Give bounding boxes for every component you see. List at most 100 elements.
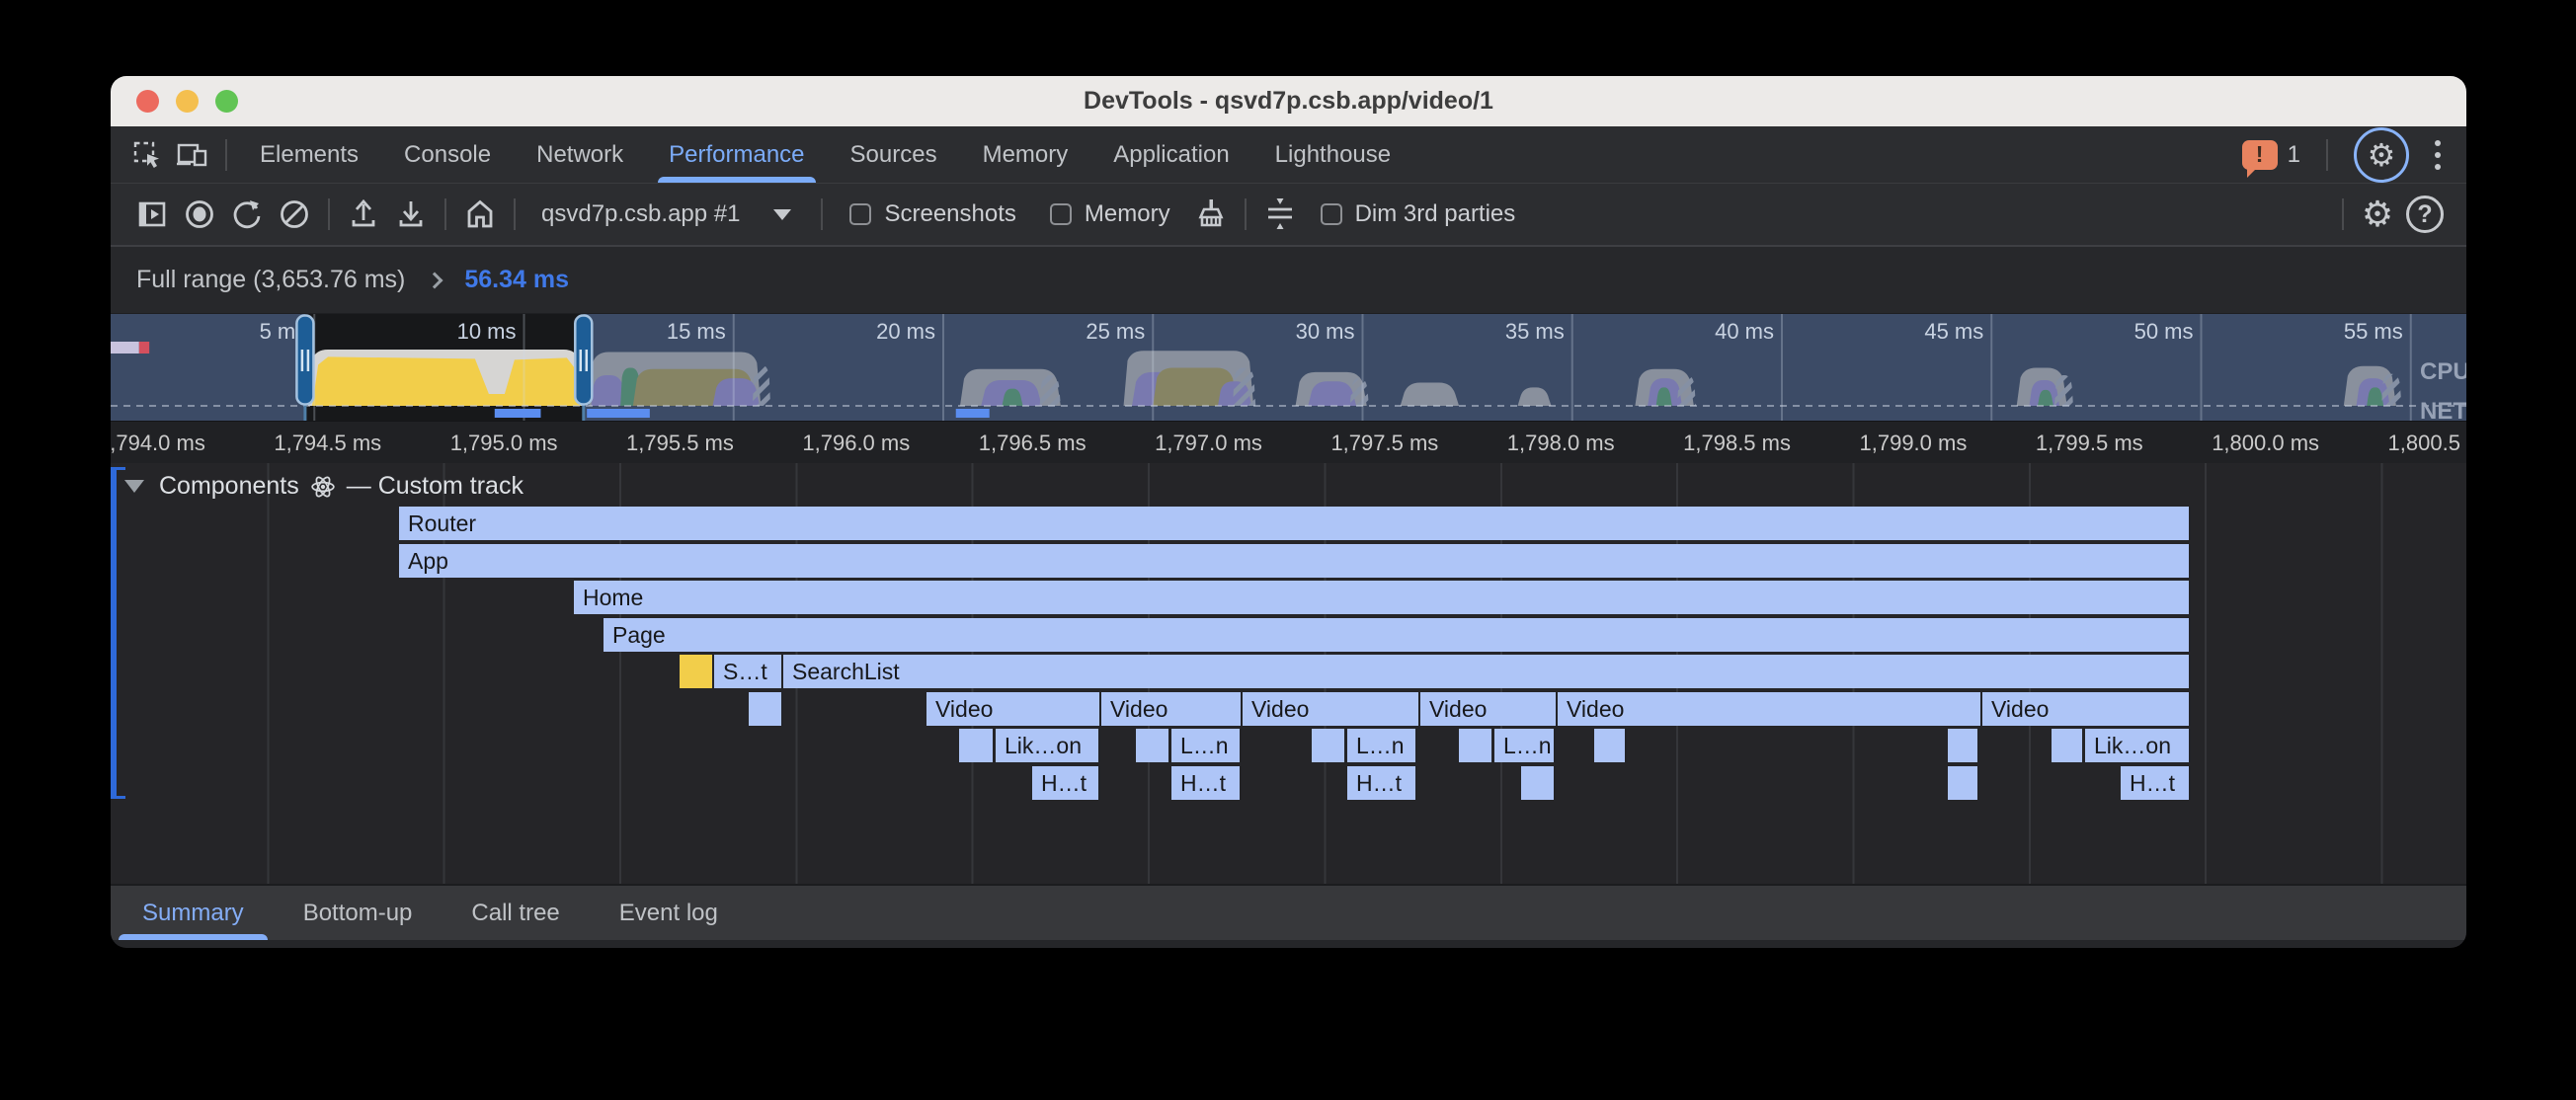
minimize-button[interactable] xyxy=(176,90,199,113)
flame-bar[interactable] xyxy=(749,692,783,726)
flame-bar[interactable]: H…t xyxy=(1032,766,1100,800)
collapse-sanity-icon[interactable] xyxy=(1256,191,1304,238)
flame-bar[interactable]: Home xyxy=(574,581,2191,614)
flame-bar[interactable] xyxy=(1459,729,1493,762)
overview-tick-label: 35 ms xyxy=(1505,319,1565,344)
flame-bar[interactable]: L…n xyxy=(1494,729,1556,762)
axis-label: 1,797.5 ms xyxy=(1330,431,1438,456)
collect-garbage-icon[interactable] xyxy=(1187,191,1235,238)
settings-focus-ring[interactable]: ⚙ xyxy=(2354,127,2409,183)
dim-3rd-parties-checkbox[interactable]: Dim 3rd parties xyxy=(1321,200,1516,228)
record-and-reload-icon[interactable] xyxy=(223,191,271,238)
timeline-overview[interactable]: 5 ms10 ms15 ms20 ms25 ms30 ms35 ms40 ms4… xyxy=(111,314,2466,421)
bottom-tab-summary[interactable]: Summary xyxy=(134,886,252,940)
track-selection-bracket xyxy=(111,467,125,799)
flame-bar[interactable] xyxy=(959,729,995,762)
flame-bar[interactable]: Video xyxy=(1243,692,1420,726)
track-name: Components xyxy=(159,472,299,501)
flame-bar[interactable]: Video xyxy=(1982,692,2191,726)
tab-lighthouse[interactable]: Lighthouse xyxy=(1252,126,1413,183)
checkbox-box xyxy=(849,203,871,225)
axis-label: 1,797.0 ms xyxy=(1155,431,1262,456)
tab-performance[interactable]: Performance xyxy=(646,126,827,183)
window-controls xyxy=(136,90,238,113)
clear-icon[interactable] xyxy=(271,191,318,238)
dim-3rd-parties-label: Dim 3rd parties xyxy=(1355,200,1516,228)
target-selector[interactable]: qsvd7p.csb.app #1 xyxy=(531,200,805,228)
bottom-tab-bottom-up[interactable]: Bottom-up xyxy=(295,886,421,940)
breadcrumb-selected-range[interactable]: 56.34 ms xyxy=(464,266,569,294)
more-options-icon[interactable] xyxy=(2425,140,2451,170)
tab-network[interactable]: Network xyxy=(514,126,646,183)
live-metrics-home-icon[interactable] xyxy=(456,191,504,238)
divider xyxy=(225,139,227,171)
overview-tick-label: 20 ms xyxy=(876,319,935,344)
flame-bar[interactable] xyxy=(1136,729,1170,762)
track-header[interactable]: Components — Custom track xyxy=(124,472,523,501)
flame-bar[interactable]: L…n xyxy=(1171,729,1242,762)
load-profile-icon[interactable] xyxy=(340,191,387,238)
flame-bar[interactable]: Video xyxy=(1420,692,1558,726)
checkbox-box xyxy=(1321,203,1342,225)
save-profile-icon[interactable] xyxy=(387,191,435,238)
tab-console[interactable]: Console xyxy=(381,126,514,183)
flame-bar[interactable]: Lik…on xyxy=(996,729,1100,762)
device-toolbar-icon[interactable] xyxy=(170,132,215,178)
issues-count: 1 xyxy=(2288,141,2300,169)
flame-bar[interactable]: Lik…on xyxy=(2085,729,2191,762)
axis-label: 1,800.5 ms xyxy=(2388,431,2466,456)
flame-bar[interactable]: Video xyxy=(1101,692,1243,726)
flame-bar[interactable] xyxy=(2052,729,2084,762)
net-request-bar xyxy=(956,409,990,418)
flame-bar[interactable] xyxy=(680,655,714,688)
flame-bar[interactable]: H…t xyxy=(1347,766,1417,800)
screenshots-checkbox[interactable]: Screenshots xyxy=(849,200,1015,228)
help-icon[interactable]: ? xyxy=(2401,191,2449,238)
axis-label: 1,799.5 ms xyxy=(2036,431,2143,456)
axis-label: 1,794.5 ms xyxy=(274,431,381,456)
chevron-right-icon xyxy=(427,272,443,288)
flame-bar[interactable]: H…t xyxy=(1171,766,1242,800)
flame-bar[interactable]: S…t xyxy=(714,655,783,688)
flame-chart[interactable]: Components — Custom track Router AppHome P… xyxy=(111,463,2466,884)
overview-tick-label: 10 ms xyxy=(457,319,517,344)
flame-bar[interactable]: L…n xyxy=(1347,729,1417,762)
selection-handle-left[interactable] xyxy=(296,316,313,405)
record-icon[interactable] xyxy=(176,191,223,238)
overview-tick-label: 55 ms xyxy=(2344,319,2403,344)
bottom-tab-call-tree[interactable]: Call tree xyxy=(463,886,567,940)
flame-bar[interactable] xyxy=(1521,766,1556,800)
flame-bar[interactable]: SearchList xyxy=(783,655,2191,688)
flame-bar[interactable]: App xyxy=(399,544,2191,578)
memory-checkbox[interactable]: Memory xyxy=(1050,200,1170,228)
divider xyxy=(2342,198,2344,230)
tab-elements[interactable]: Elements xyxy=(237,126,381,183)
close-button[interactable] xyxy=(136,90,159,113)
flame-bar[interactable]: Router xyxy=(399,507,2191,540)
titlebar: DevTools - qsvd7p.csb.app/video/1 xyxy=(111,76,2466,126)
issues-counter[interactable]: ! 1 xyxy=(2242,140,2300,170)
tab-sources[interactable]: Sources xyxy=(828,126,960,183)
divider xyxy=(1245,198,1247,230)
inspect-element-icon[interactable] xyxy=(124,132,170,178)
bottom-tab-event-log[interactable]: Event log xyxy=(611,886,726,940)
collapse-triangle-icon[interactable] xyxy=(124,480,144,493)
flame-bar[interactable] xyxy=(1948,729,1979,762)
flame-bar[interactable] xyxy=(1594,729,1627,762)
flame-bar[interactable]: Page xyxy=(604,618,2191,652)
tab-application[interactable]: Application xyxy=(1090,126,1251,183)
flame-bar[interactable]: Video xyxy=(926,692,1101,726)
flame-bar[interactable] xyxy=(1312,729,1346,762)
flame-bar[interactable]: Video xyxy=(1558,692,1982,726)
axis-label: 1,795.5 ms xyxy=(626,431,734,456)
toggle-sidebar-icon[interactable] xyxy=(128,191,176,238)
selection-handle-right[interactable] xyxy=(575,316,592,405)
breadcrumb-full-range[interactable]: Full range (3,653.76 ms) xyxy=(136,266,405,294)
capture-settings-gear-icon[interactable]: ⚙ xyxy=(2354,191,2401,238)
flame-bar[interactable]: H…t xyxy=(2121,766,2191,800)
tab-memory[interactable]: Memory xyxy=(960,126,1091,183)
flame-bar[interactable] xyxy=(1948,766,1979,800)
desktop-background: DevTools - qsvd7p.csb.app/video/1 Elemen… xyxy=(0,0,2576,1100)
divider xyxy=(444,198,446,230)
zoom-button[interactable] xyxy=(215,90,238,113)
